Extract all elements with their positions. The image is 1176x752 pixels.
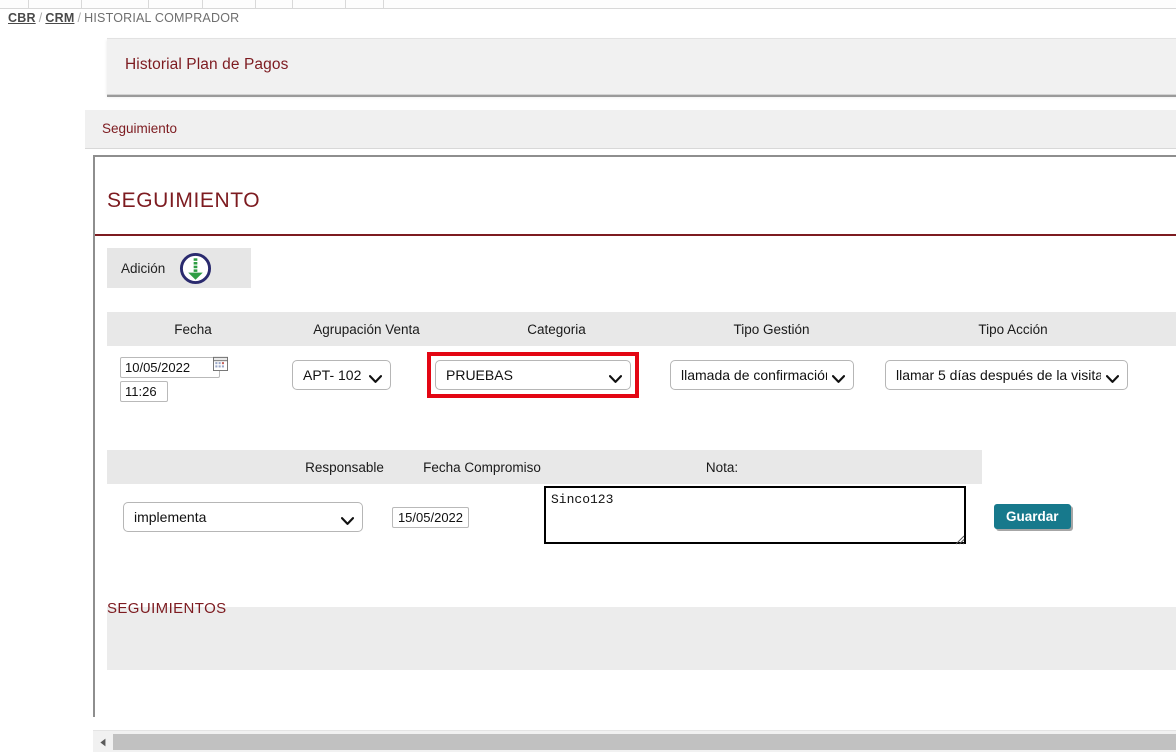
seguimientos-title: SEGUIMIENTOS: [107, 600, 227, 617]
tipo-accion-select-wrap: llamar 5 días después de la visita: [885, 360, 1128, 390]
seguimiento-card: SEGUIMIENTO Adición Fecha Agrupación Ven…: [93, 155, 1176, 717]
table1-row: APT- 102 PRUEBAS llamada de confirm: [95, 351, 1176, 411]
triangle-left-icon: [99, 738, 105, 746]
nota-textarea[interactable]: Sinco123: [544, 486, 966, 544]
hora-input[interactable]: [120, 381, 168, 402]
breadcrumb-link-cbr[interactable]: CBR: [8, 11, 36, 25]
breadcrumb-separator: /: [77, 11, 82, 25]
table1-header-fecha: Fecha: [174, 321, 212, 337]
page-title: SEGUIMIENTO: [107, 189, 261, 212]
breadcrumb-current: HISTORIAL COMPRADOR: [84, 11, 240, 25]
responsable-select-wrap: implementa: [123, 502, 363, 532]
save-button[interactable]: Guardar: [994, 504, 1071, 529]
agrupacion-venta-select[interactable]: APT- 102: [292, 360, 391, 390]
horizontal-scrollbar[interactable]: [93, 730, 1176, 752]
fecha-compromiso-input[interactable]: [392, 507, 469, 528]
tipo-gestion-select-wrap: llamada de confirmación: [670, 360, 854, 390]
table1-header-bar: Fecha Agrupación Venta Categoria Tipo Ge…: [107, 312, 1176, 346]
adicion-tab[interactable]: Adición: [107, 248, 251, 288]
categoria-select-wrap: PRUEBAS: [435, 360, 631, 390]
table2-header-bar: Responsable Fecha Compromiso Nota:: [107, 450, 982, 484]
breadcrumb-separator: /: [38, 11, 43, 25]
breadcrumb-link-crm[interactable]: CRM: [45, 11, 74, 25]
fecha-input[interactable]: [120, 357, 220, 378]
responsable-select[interactable]: implementa: [123, 502, 363, 532]
panel-divider: [107, 95, 1176, 97]
title-underline: [95, 234, 1176, 236]
table2-header-nota: Nota:: [705, 459, 739, 475]
scrollbar-thumb[interactable]: [113, 734, 1176, 750]
tab-seguimiento[interactable]: Seguimiento: [102, 121, 177, 136]
table2-header-fecha-compromiso: Fecha Compromiso: [423, 459, 541, 475]
seguimientos-panel: [107, 607, 1176, 670]
breadcrumb: CBR / CRM / HISTORIAL COMPRADOR: [8, 11, 239, 25]
app-root: CBR / CRM / HISTORIAL COMPRADOR Historial Pl…: [0, 0, 1176, 752]
calendar-icon[interactable]: [213, 356, 228, 371]
historial-plan-pagos-title: Historial Plan de Pagos: [125, 56, 289, 73]
table2-row: implementa Sinco123 Guardar: [95, 486, 1176, 557]
agrupacion-venta-select-wrap: APT- 102: [292, 360, 391, 390]
adicion-tab-label: Adición: [121, 260, 166, 276]
download-circle-icon[interactable]: [179, 252, 212, 285]
table1-header-categoria: Categoria: [527, 321, 586, 337]
table1-header-tipo-accion: Tipo Acción: [978, 321, 1048, 337]
top-partial-row: [0, 0, 1176, 9]
tabstrip: Seguimiento: [85, 110, 1176, 149]
categoria-select[interactable]: PRUEBAS: [435, 360, 631, 390]
scroll-left-button[interactable]: [93, 731, 113, 752]
table1-header-agrupacion: Agrupación Venta: [313, 321, 420, 337]
tipo-gestion-select[interactable]: llamada de confirmación: [670, 360, 854, 390]
table1-header-tipo-gestion: Tipo Gestión: [733, 321, 810, 337]
historial-plan-pagos-panel: Historial Plan de Pagos: [107, 38, 1176, 95]
tipo-accion-select[interactable]: llamar 5 días después de la visita: [885, 360, 1128, 390]
